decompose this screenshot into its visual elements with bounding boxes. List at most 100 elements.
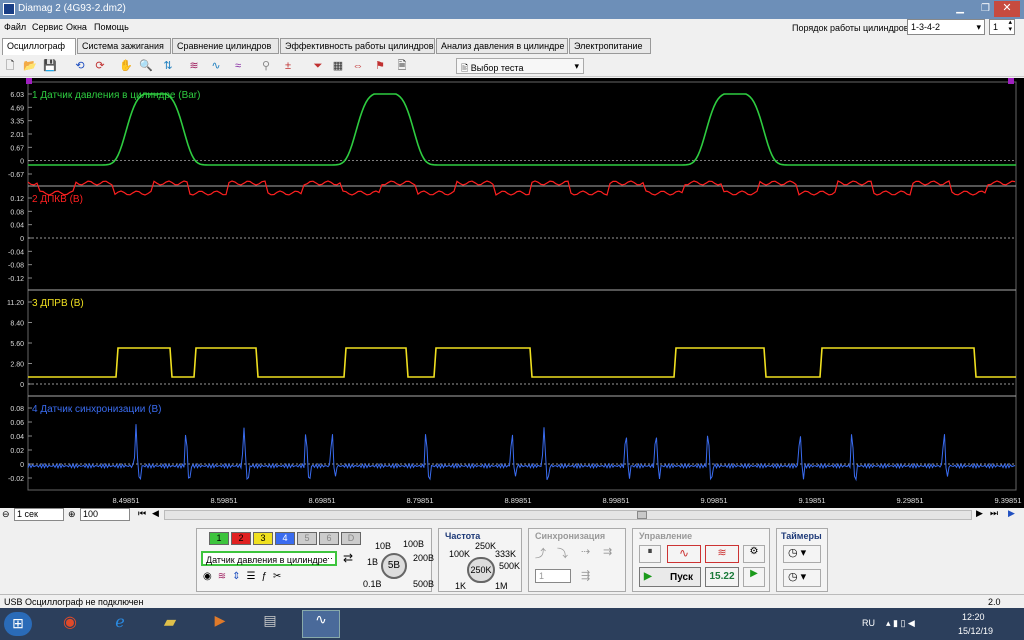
channel-3-button[interactable]: 3 — [253, 532, 273, 545]
function-icon[interactable]: ƒ — [261, 571, 273, 582]
sync-falling-icon[interactable]: ⤵ — [557, 545, 568, 561]
oscilloscope-view[interactable]: 6.03 4.69 3.35 2.01 0.67 0 -0.67 1 Датчик давле… — [0, 78, 1024, 508]
menu-windows[interactable]: Окна — [66, 22, 87, 32]
diamag-taskbar-icon[interactable]: ∿ — [302, 610, 340, 638]
channel-d-button[interactable]: D — [341, 532, 361, 545]
start-button[interactable]: ▶ Пуск — [639, 567, 701, 587]
zoom-in-icon[interactable]: ⊕ — [68, 509, 76, 520]
zoom-out-icon[interactable]: ⊖ — [2, 509, 10, 520]
channel-4-button[interactable]: 4 — [275, 532, 295, 545]
tools-icon[interactable]: ✂ — [273, 571, 287, 582]
spin-arrows-icon: ▴ ▾ — [1008, 19, 1012, 33]
timer-2-button[interactable]: ◷ ▾ — [783, 569, 821, 587]
voltage-dial[interactable]: 10В 100В 1В 200В 0.1В 500В 5В — [363, 535, 434, 591]
sync-auto-icon[interactable]: ⇉ — [603, 545, 612, 558]
eye-icon[interactable]: ◉ — [203, 571, 218, 582]
y-tick-label: 11.20 — [7, 300, 24, 307]
cylinder-spin[interactable]: 1 ▴ ▾ — [989, 19, 1015, 35]
voltage-knob[interactable]: 5В — [381, 553, 407, 579]
chevron-down-icon: ▾ — [574, 61, 579, 71]
wave-icon[interactable]: ≋ — [218, 571, 232, 582]
channel-5-button[interactable]: 5 — [297, 532, 317, 545]
document-icon[interactable]: 🗎 — [394, 58, 410, 74]
title-bar: Diamag 2 (4G93-2.dm2) ▁ ❐ ✕ — [0, 0, 1024, 19]
noise-wave-icon[interactable]: ≋ — [705, 545, 739, 563]
ie-icon[interactable]: ℯ — [104, 612, 136, 636]
y-tick-label: 2.80 — [10, 362, 24, 369]
open-folder-icon[interactable]: 📂 — [22, 58, 38, 74]
step-back-icon[interactable]: ◀ — [152, 508, 159, 519]
time-scrollbar[interactable] — [164, 510, 972, 520]
wave-compare-icon[interactable]: ∿ — [208, 58, 224, 74]
swap-channel-icon[interactable]: ⇄ — [343, 551, 353, 565]
cursor-marker-left — [26, 78, 32, 84]
auto-play-icon[interactable]: ▶ — [743, 567, 765, 587]
timers-title: Таймеры — [781, 531, 822, 541]
explorer-icon[interactable]: ▰ — [154, 612, 186, 636]
split-icon[interactable]: ⇔ — [350, 58, 366, 74]
wave-filter-icon[interactable]: ≋ — [186, 58, 202, 74]
go-start-icon[interactable]: ⏮ — [138, 508, 146, 519]
wave-overlay-icon[interactable]: ≈ — [230, 58, 246, 74]
start-menu-icon[interactable]: ⊞ — [4, 612, 32, 636]
table-icon[interactable]: ▦ — [330, 58, 346, 74]
tab-oscilloscope[interactable]: Осциллограф — [2, 38, 76, 55]
language-indicator[interactable]: RU — [862, 618, 875, 628]
trigger-level-icon[interactable]: ± — [280, 58, 296, 74]
tab-pressure-analysis[interactable]: Анализ давления в цилиндре — [436, 38, 568, 54]
sync-mode-icon[interactable]: ⇢ — [581, 545, 590, 558]
hand-pan-icon[interactable]: ✋ — [118, 58, 134, 74]
auto-settings-icon[interactable]: ⚙ — [743, 545, 765, 563]
maximize-icon[interactable]: ❐ — [981, 3, 990, 14]
tray-icons[interactable]: ▴ ▮ ▯ ◀ — [886, 618, 915, 629]
sync-rising-icon[interactable]: ⤴ — [535, 545, 546, 561]
menu-service[interactable]: Сервис — [32, 22, 63, 32]
channel-name-field[interactable]: Датчик давления в цилиндре ··· — [201, 551, 337, 566]
minimize-icon[interactable]: ▁ — [956, 3, 964, 14]
marker-icon[interactable]: ⚲ — [258, 58, 274, 74]
go-end-icon[interactable]: ⏭ — [990, 508, 998, 519]
freq-label-1m: 1M — [495, 581, 508, 591]
filter-funnel-icon[interactable]: ⏷ — [310, 58, 326, 74]
save-icon[interactable]: 💾 — [42, 58, 58, 74]
tab-power[interactable]: Электропитание — [569, 38, 651, 54]
menu-file[interactable]: Файл — [4, 22, 26, 32]
zoom-icon[interactable]: 🔍 — [138, 58, 154, 74]
y-tick-label: 0 — [20, 462, 24, 469]
frequency-knob[interactable]: 250K — [467, 557, 495, 583]
chrome-icon[interactable]: ◉ — [54, 612, 86, 636]
cursor-measure-icon[interactable]: ⇅ — [160, 58, 176, 74]
record-icon[interactable]: ⟳ — [92, 58, 108, 74]
loop-icon[interactable]: ⟲ — [72, 58, 88, 74]
lines-icon[interactable]: ☰ — [247, 571, 262, 582]
sync-channel-select[interactable]: 1 — [535, 569, 571, 583]
cylinder-order-select[interactable]: 1-3-4-2 ▾ — [907, 19, 985, 35]
channel-buttons: 1 2 3 4 5 6 D — [201, 532, 361, 546]
channel-6-button[interactable]: 6 — [319, 532, 339, 545]
new-file-icon[interactable]: 🗋 — [2, 58, 18, 74]
timer-1-button[interactable]: ◷ ▾ — [783, 545, 821, 563]
network-app-icon[interactable]: ▤ — [254, 612, 286, 636]
tab-cylinder-efficiency[interactable]: Эффективность работы цилиндров — [280, 38, 435, 54]
tab-cylinder-compare[interactable]: Сравнение цилиндров — [172, 38, 279, 54]
step-forward-icon[interactable]: ▶ — [976, 508, 983, 519]
media-player-icon[interactable]: ▶ — [204, 612, 236, 636]
channel-2-button[interactable]: 2 — [231, 532, 251, 545]
zoom-select[interactable]: 100 — [80, 508, 130, 521]
app-icon — [3, 3, 15, 15]
flag-icon[interactable]: ⚑ — [372, 58, 388, 74]
sine-wave-icon[interactable]: ∿ — [667, 545, 701, 563]
test-select-label: Выбор теста — [470, 63, 524, 73]
menu-help[interactable]: Помощь — [94, 22, 129, 32]
tab-ignition[interactable]: Система зажигания — [77, 38, 171, 54]
sync-level-icon[interactable]: ⇶ — [581, 569, 590, 582]
close-icon[interactable]: ✕ — [994, 1, 1020, 17]
channel-1-button[interactable]: 1 — [209, 532, 229, 545]
oscilloscope-canvas[interactable]: 6.03 4.69 3.35 2.01 0.67 0 -0.67 1 Датчик давле… — [0, 78, 1024, 508]
pause-icon[interactable]: ⏸ — [639, 545, 661, 563]
scroll-thumb[interactable] — [637, 511, 647, 519]
timebase-select[interactable]: 1 сек — [14, 508, 64, 521]
vertical-scale-icon[interactable]: ⇕ — [232, 571, 246, 582]
test-select[interactable]: 🖹 Выбор теста ▾ — [456, 58, 584, 74]
play-icon[interactable]: ▶ — [1008, 508, 1015, 519]
